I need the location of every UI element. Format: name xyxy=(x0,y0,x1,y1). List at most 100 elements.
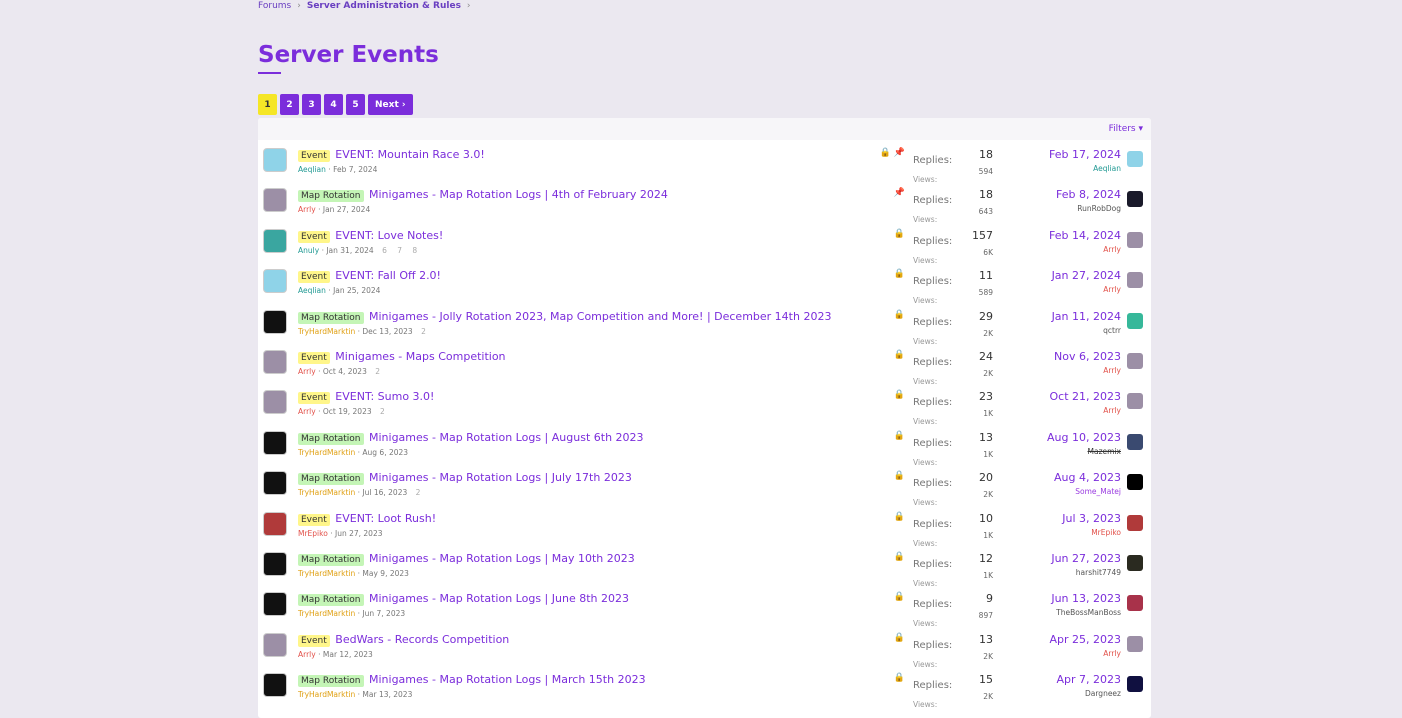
thread-row[interactable]: Event EVENT: Sumo 3.0! Arrly · Oct 19, 2… xyxy=(258,382,1151,426)
thread-title-link[interactable]: EVENT: Mountain Race 3.0! xyxy=(335,148,484,161)
page-button-4[interactable]: 4 xyxy=(324,94,343,115)
prefix-badge[interactable]: Event xyxy=(298,351,330,364)
thread-author[interactable]: Arrly xyxy=(298,205,316,214)
author-avatar[interactable] xyxy=(263,511,287,536)
thread-page-links[interactable]: 2 xyxy=(416,488,425,497)
last-post-user[interactable]: Arrly xyxy=(1049,649,1121,658)
thread-page-links[interactable]: 6 7 8 xyxy=(382,246,421,255)
thread-title-link[interactable]: Minigames - Jolly Rotation 2023, Map Com… xyxy=(369,310,831,323)
filters-button[interactable]: Filters ▾ xyxy=(1109,124,1143,134)
thread-title-link[interactable]: EVENT: Loot Rush! xyxy=(335,512,436,525)
last-post-date[interactable]: Aug 4, 2023 xyxy=(1054,471,1121,484)
last-post-user[interactable]: RunRobDog xyxy=(1056,204,1121,213)
author-avatar[interactable] xyxy=(263,592,287,617)
last-post-date[interactable]: Jul 3, 2023 xyxy=(1062,512,1121,525)
page-button-3[interactable]: 3 xyxy=(302,94,321,115)
last-poster-avatar[interactable] xyxy=(1127,595,1143,612)
thread-row[interactable]: Map Rotation Minigames - Map Rotation Lo… xyxy=(258,584,1151,628)
thread-page-links[interactable]: 2 xyxy=(380,407,389,416)
thread-start-date[interactable]: Mar 12, 2023 xyxy=(323,650,373,659)
thread-start-date[interactable]: Feb 7, 2024 xyxy=(333,165,377,174)
author-avatar[interactable] xyxy=(263,430,287,455)
thread-row[interactable]: Event Minigames - Maps Competition Arrly… xyxy=(258,342,1151,386)
thread-row[interactable]: Event EVENT: Loot Rush! MrEpiko · Jun 27… xyxy=(258,504,1151,548)
thread-title-link[interactable]: Minigames - Map Rotation Logs | August 6… xyxy=(369,431,644,444)
thread-row[interactable]: Event EVENT: Love Notes! Anuly · Jan 31,… xyxy=(258,221,1151,265)
last-post-user[interactable]: harshit7749 xyxy=(1051,568,1121,577)
thread-start-date[interactable]: Jul 16, 2023 xyxy=(362,488,407,497)
thread-row[interactable]: Event BedWars - Records Competition Arrl… xyxy=(258,625,1151,669)
last-poster-avatar[interactable] xyxy=(1127,554,1143,571)
last-poster-avatar[interactable] xyxy=(1127,151,1143,167)
last-poster-avatar[interactable] xyxy=(1127,514,1143,531)
author-avatar[interactable] xyxy=(263,269,287,294)
last-poster-avatar[interactable] xyxy=(1127,433,1143,450)
thread-title-link[interactable]: Minigames - Map Rotation Logs | 4th of F… xyxy=(369,188,668,201)
author-avatar[interactable] xyxy=(263,390,287,415)
last-post-user[interactable]: TheBossManBoss xyxy=(1051,608,1121,617)
last-post-user[interactable]: MrEpiko xyxy=(1062,528,1121,537)
last-post-date[interactable]: Feb 17, 2024 xyxy=(1049,148,1121,161)
thread-author[interactable]: Anuly xyxy=(298,246,319,255)
thread-row[interactable]: Event EVENT: Fall Off 2.0! Aeqlian · Jan… xyxy=(258,261,1151,305)
last-poster-avatar[interactable] xyxy=(1127,474,1143,491)
last-post-date[interactable]: Feb 8, 2024 xyxy=(1056,188,1121,201)
last-post-user[interactable]: Arrly xyxy=(1050,406,1121,415)
prefix-badge[interactable]: Event xyxy=(298,634,330,647)
thread-start-date[interactable]: Oct 19, 2023 xyxy=(323,407,372,416)
thread-start-date[interactable]: Dec 13, 2023 xyxy=(362,327,412,336)
page-button-2[interactable]: 2 xyxy=(280,94,299,115)
breadcrumb-forums[interactable]: Forums xyxy=(258,1,291,11)
thread-author[interactable]: Aeqlian xyxy=(298,286,326,295)
thread-author[interactable]: MrEpiko xyxy=(298,529,328,538)
thread-author[interactable]: TryHardMarktin xyxy=(298,609,355,618)
prefix-badge[interactable]: Event xyxy=(298,513,330,526)
thread-start-date[interactable]: Jun 27, 2023 xyxy=(335,529,383,538)
thread-start-date[interactable]: May 9, 2023 xyxy=(362,569,409,578)
prefix-badge[interactable]: Map Rotation xyxy=(298,675,364,688)
last-post-date[interactable]: Jun 27, 2023 xyxy=(1051,552,1121,565)
thread-author[interactable]: TryHardMarktin xyxy=(298,488,355,497)
last-post-date[interactable]: Nov 6, 2023 xyxy=(1054,350,1121,363)
author-avatar[interactable] xyxy=(263,551,287,576)
last-post-date[interactable]: Oct 21, 2023 xyxy=(1050,390,1122,403)
page-button-5[interactable]: 5 xyxy=(346,94,365,115)
last-post-date[interactable]: Aug 10, 2023 xyxy=(1047,431,1121,444)
last-poster-avatar[interactable] xyxy=(1127,676,1143,693)
thread-start-date[interactable]: Jan 27, 2024 xyxy=(323,205,370,214)
thread-author[interactable]: Arrly xyxy=(298,650,316,659)
last-poster-avatar[interactable] xyxy=(1127,191,1143,208)
thread-start-date[interactable]: Jun 7, 2023 xyxy=(362,609,405,618)
thread-start-date[interactable]: Mar 13, 2023 xyxy=(362,690,412,699)
prefix-badge[interactable]: Map Rotation xyxy=(298,432,364,445)
author-avatar[interactable] xyxy=(263,632,287,657)
last-poster-avatar[interactable] xyxy=(1127,393,1143,410)
thread-title-link[interactable]: Minigames - Maps Competition xyxy=(335,350,505,363)
last-poster-avatar[interactable] xyxy=(1127,312,1143,329)
thread-title-link[interactable]: Minigames - Map Rotation Logs | July 17t… xyxy=(369,471,632,484)
last-post-user[interactable]: Arrly xyxy=(1052,285,1121,294)
thread-page-links[interactable]: 2 xyxy=(421,327,430,336)
last-post-date[interactable]: Apr 25, 2023 xyxy=(1049,633,1121,646)
thread-row[interactable]: Map Rotation Minigames - Map Rotation Lo… xyxy=(258,180,1151,224)
last-post-user[interactable]: Arrly xyxy=(1054,366,1121,375)
prefix-badge[interactable]: Event xyxy=(298,271,330,284)
thread-start-date[interactable]: Jan 31, 2024 xyxy=(326,246,373,255)
last-post-user[interactable]: Some_Matej xyxy=(1054,487,1121,496)
author-avatar[interactable] xyxy=(263,188,287,213)
thread-title-link[interactable]: EVENT: Love Notes! xyxy=(335,229,443,242)
thread-title-link[interactable]: Minigames - Map Rotation Logs | May 10th… xyxy=(369,552,635,565)
last-post-user[interactable]: qctrr xyxy=(1052,326,1121,335)
last-post-user[interactable]: Arrly xyxy=(1049,245,1121,254)
prefix-badge[interactable]: Map Rotation xyxy=(298,473,364,486)
last-post-user[interactable]: Mazemix xyxy=(1047,447,1121,456)
breadcrumb-server-admin[interactable]: Server Administration & Rules xyxy=(307,1,461,11)
prefix-badge[interactable]: Event xyxy=(298,150,330,162)
thread-start-date[interactable]: Aug 6, 2023 xyxy=(362,448,408,457)
thread-start-date[interactable]: Oct 4, 2023 xyxy=(323,367,367,376)
prefix-badge[interactable]: Map Rotation xyxy=(298,553,364,566)
thread-author[interactable]: TryHardMarktin xyxy=(298,569,355,578)
thread-author[interactable]: Aeqlian xyxy=(298,165,326,174)
thread-title-link[interactable]: EVENT: Sumo 3.0! xyxy=(335,390,434,403)
thread-row[interactable]: Map Rotation Minigames - Jolly Rotation … xyxy=(258,302,1151,346)
